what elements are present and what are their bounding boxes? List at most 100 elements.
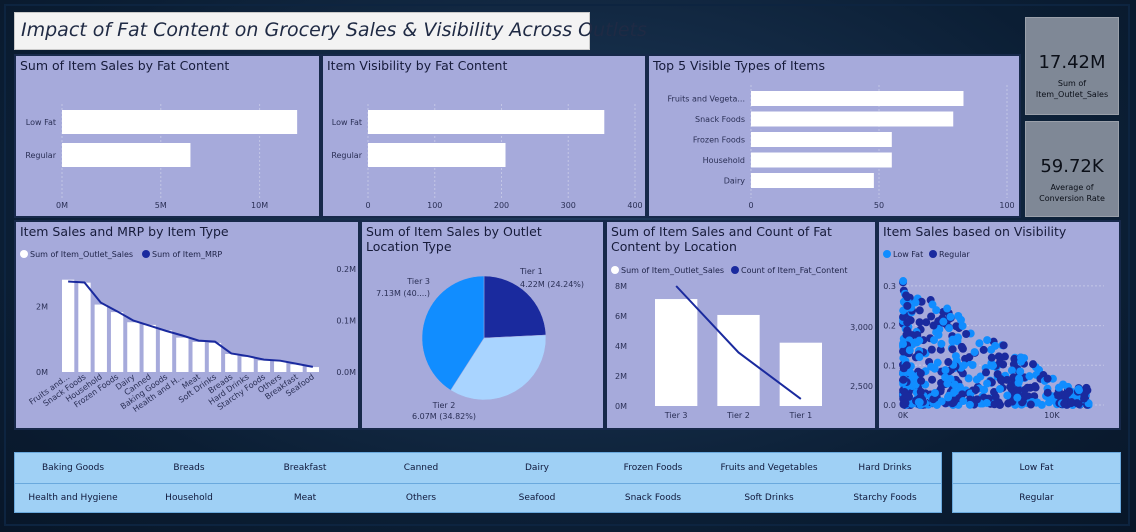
scatter-point xyxy=(950,380,959,389)
scatter-point xyxy=(1006,382,1015,391)
scatter-point xyxy=(933,358,942,367)
scatter-point xyxy=(944,358,953,367)
category-label: Tier 3 xyxy=(664,411,688,420)
slicer-option-breakfast[interactable]: Breakfast xyxy=(247,463,363,473)
panel-location-pie[interactable]: Sum of Item Sales by Outlet Location Typ… xyxy=(360,220,605,430)
x-tick-label: 0 xyxy=(365,201,370,210)
slicer-option-others[interactable]: Others xyxy=(363,493,479,503)
bar xyxy=(751,152,892,168)
y-tick-left: 2M xyxy=(36,303,48,312)
scatter-point xyxy=(1060,399,1069,408)
slicer-option-baking-goods[interactable]: Baking Goods xyxy=(15,463,131,473)
scatter-point xyxy=(903,326,912,335)
category-label: Household xyxy=(703,156,745,165)
slicer-option-low-fat[interactable]: Low Fat xyxy=(953,463,1120,473)
slice-name-label: Tier 3 xyxy=(406,277,430,286)
slicer-option-snack-foods[interactable]: Snack Foods xyxy=(595,493,711,503)
scatter-point xyxy=(916,387,925,396)
slicer-option-frozen-foods[interactable]: Frozen Foods xyxy=(595,463,711,473)
panel-visibility-scatter[interactable]: Item Sales based on Visibility Low Fat Re… xyxy=(877,220,1121,430)
scatter-point xyxy=(996,375,1005,384)
x-tick-label: 10K xyxy=(1044,411,1060,420)
kpi-label-line1: Sum of xyxy=(1057,79,1087,88)
bar xyxy=(62,110,298,134)
legend-marker-mrp xyxy=(142,250,150,258)
bar xyxy=(717,314,760,406)
slicer-option-meat[interactable]: Meat xyxy=(247,493,363,503)
scatter-point xyxy=(917,376,926,385)
scatter-point xyxy=(996,384,1005,393)
scatter-point xyxy=(987,353,996,362)
slicer-option-regular[interactable]: Regular xyxy=(953,493,1120,503)
slice-value-label: 7.13M (40....) xyxy=(376,289,430,298)
slicer-option-soft-drinks[interactable]: Soft Drinks xyxy=(711,493,827,503)
y-tick-left: 0M xyxy=(36,368,48,377)
category-label: Tier 1 xyxy=(788,411,812,420)
panel-top5-visible[interactable]: Top 5 Visible Types of Items 0 50 100 Fruit… xyxy=(647,54,1021,218)
scatter-point xyxy=(983,336,992,345)
slicer-option-health-and-hygiene[interactable]: Health and Hygiene xyxy=(15,493,131,503)
scatter-point xyxy=(1030,382,1039,391)
panel-sales-count-location[interactable]: Sum of Item Sales and Count of Fat Conte… xyxy=(605,220,877,430)
x-tick-label: 300 xyxy=(561,201,576,210)
chart-sales-by-fat: 0M 5M 10M Low Fat Regular xyxy=(25,104,298,210)
slicer-option-breads[interactable]: Breads xyxy=(131,463,247,473)
slicer-option-canned[interactable]: Canned xyxy=(363,463,479,473)
kpi-label-line1: Average of xyxy=(1050,183,1094,192)
panel-sales-mrp[interactable]: Item Sales and MRP by Item Type Sum of I… xyxy=(14,220,360,430)
scatter-point xyxy=(989,361,998,370)
scatter-point xyxy=(979,345,988,354)
scatter-point xyxy=(915,353,924,362)
category-label: Dairy xyxy=(724,177,746,186)
scatter-point xyxy=(1025,372,1034,381)
scatter-point xyxy=(982,398,991,407)
scatter-point xyxy=(899,364,908,373)
scatter-point xyxy=(903,301,912,310)
x-tick-label: 0M xyxy=(56,201,68,210)
scatter-point xyxy=(941,366,950,375)
scatter-point xyxy=(1003,391,1012,400)
scatter-point xyxy=(1029,360,1038,369)
bar xyxy=(62,143,191,167)
y-tick-right: 0.1M xyxy=(336,317,356,326)
scatter-point xyxy=(929,321,938,330)
item-type-slicer[interactable]: Baking Goods Breads Breakfast Canned Dairy Fr… xyxy=(14,452,942,513)
scatter-point xyxy=(972,375,981,384)
scatter-point xyxy=(937,339,946,348)
scatter-point xyxy=(928,375,937,384)
kpi-card-conversion-rate: 59.72K Average of Conversion Rate xyxy=(1025,121,1119,217)
slicer-option-seafood[interactable]: Seafood xyxy=(479,493,595,503)
x-tick-label: 0 xyxy=(748,201,753,210)
slicer-option-household[interactable]: Household xyxy=(131,493,247,503)
bar xyxy=(655,299,698,406)
x-tick-label: 100 xyxy=(999,201,1014,210)
bar xyxy=(751,132,892,147)
kpi-value: 17.42M xyxy=(1038,52,1106,73)
panel-visibility-by-fat[interactable]: Item Visibility by Fat Content 0 100 200 30… xyxy=(321,54,647,218)
bar xyxy=(241,356,254,372)
scatter-point xyxy=(946,312,955,321)
fat-content-slicer[interactable]: Low Fat Regular xyxy=(952,452,1121,513)
bar xyxy=(143,324,156,372)
bar xyxy=(225,354,238,372)
scatter-point xyxy=(927,312,936,321)
slicer-option-starchy-foods[interactable]: Starchy Foods xyxy=(827,493,943,503)
scatter-point xyxy=(948,337,957,346)
legend-marker-low-fat xyxy=(883,250,891,258)
scatter-point xyxy=(957,342,966,351)
y-tick-right: 2,500 xyxy=(850,382,873,391)
scatter-point xyxy=(970,348,979,357)
bar xyxy=(110,312,124,372)
slicer-option-dairy[interactable]: Dairy xyxy=(479,463,595,473)
x-tick-label: 50 xyxy=(874,201,884,210)
slicer-option-hard-drinks[interactable]: Hard Drinks xyxy=(827,463,943,473)
scatter-point xyxy=(958,390,967,399)
scatter-point xyxy=(968,360,977,369)
legend-label-mrp: Sum of Item_MRP xyxy=(152,250,222,259)
legend-label-count: Count of Item_Fat_Content xyxy=(741,266,848,275)
slicer-option-fruits-and-vegetables[interactable]: Fruits and Vegetables xyxy=(711,463,827,473)
scatter-point xyxy=(991,392,1000,401)
y-tick-label: 0.3 xyxy=(883,282,896,291)
panel-sales-by-fat[interactable]: Sum of Item Sales by Fat Content 0M 5M 10M… xyxy=(14,54,321,218)
bar xyxy=(127,322,140,372)
